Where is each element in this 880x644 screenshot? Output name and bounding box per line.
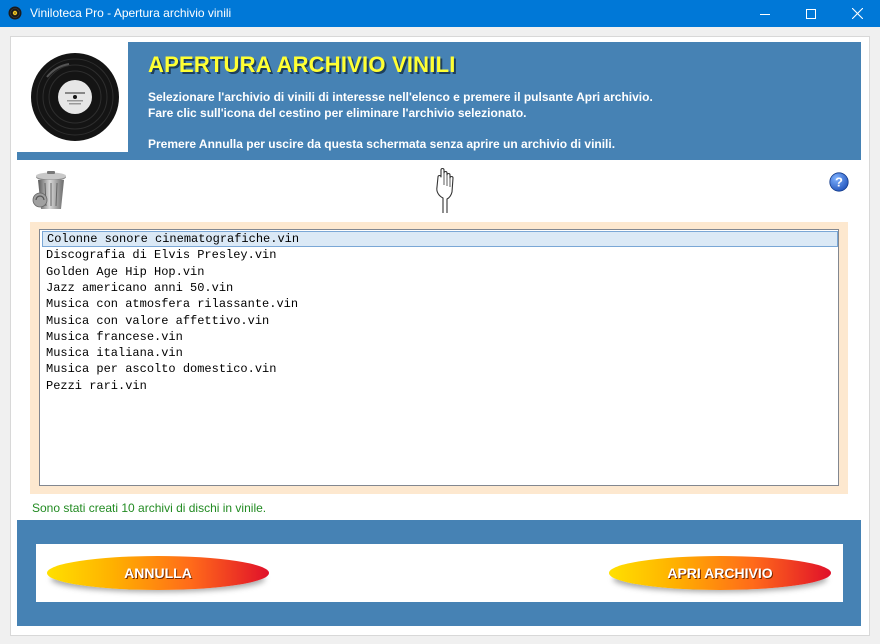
list-item[interactable]: Discografia di Elvis Presley.vin bbox=[42, 247, 838, 263]
list-item[interactable]: Musica per ascolto domestico.vin bbox=[42, 361, 838, 377]
list-item[interactable]: Pezzi rari.vin bbox=[42, 378, 838, 394]
list-item[interactable]: Golden Age Hip Hop.vin bbox=[42, 264, 838, 280]
instruction-line-1: Selezionare l'archivio di vinili di inte… bbox=[148, 90, 653, 104]
instruction-line-3: Premere Annulla per uscire da questa sch… bbox=[148, 137, 616, 151]
maximize-icon bbox=[806, 8, 816, 19]
list-item[interactable]: Musica con atmosfera rilassante.vin bbox=[42, 296, 838, 312]
vinyl-record-icon bbox=[8, 6, 22, 20]
list-item[interactable]: Musica italiana.vin bbox=[42, 345, 838, 361]
minimize-button[interactable] bbox=[742, 0, 788, 27]
pointing-hand-icon bbox=[436, 167, 454, 213]
close-button[interactable] bbox=[834, 0, 880, 27]
title-bar: Viniloteca Pro - Apertura archivio vinil… bbox=[0, 0, 880, 27]
list-item[interactable]: Jazz americano anni 50.vin bbox=[42, 280, 838, 296]
trash-can-icon[interactable] bbox=[30, 170, 70, 212]
open-archive-button-label: APRI ARCHIVIO bbox=[667, 565, 773, 581]
cancel-button-label: ANNULLA bbox=[124, 565, 192, 581]
status-text: Sono stati creati 10 archivi di dischi i… bbox=[32, 501, 267, 515]
open-archive-button[interactable]: APRI ARCHIVIO bbox=[609, 556, 831, 590]
list-item[interactable]: Musica con valore affettivo.vin bbox=[42, 313, 838, 329]
window-title: Viniloteca Pro - Apertura archivio vinil… bbox=[30, 6, 232, 20]
logo-box bbox=[17, 42, 128, 152]
help-question-icon[interactable]: ? bbox=[829, 172, 849, 192]
page-title: APERTURA ARCHIVIO VINILI bbox=[148, 52, 456, 77]
svg-text:?: ? bbox=[835, 175, 843, 190]
instruction-line-2: Fare clic sull'icona del cestino per eli… bbox=[148, 106, 527, 120]
list-item[interactable]: Musica francese.vin bbox=[42, 329, 838, 345]
close-icon bbox=[851, 8, 863, 19]
list-item[interactable]: Colonne sonore cinematografiche.vin bbox=[42, 231, 838, 247]
maximize-button[interactable] bbox=[788, 0, 834, 27]
cancel-button[interactable]: ANNULLA bbox=[47, 556, 269, 590]
file-list[interactable]: Colonne sonore cinematografiche.vin Disco… bbox=[39, 229, 839, 486]
minimize-icon bbox=[760, 13, 770, 15]
vinyl-record-logo bbox=[31, 53, 119, 141]
